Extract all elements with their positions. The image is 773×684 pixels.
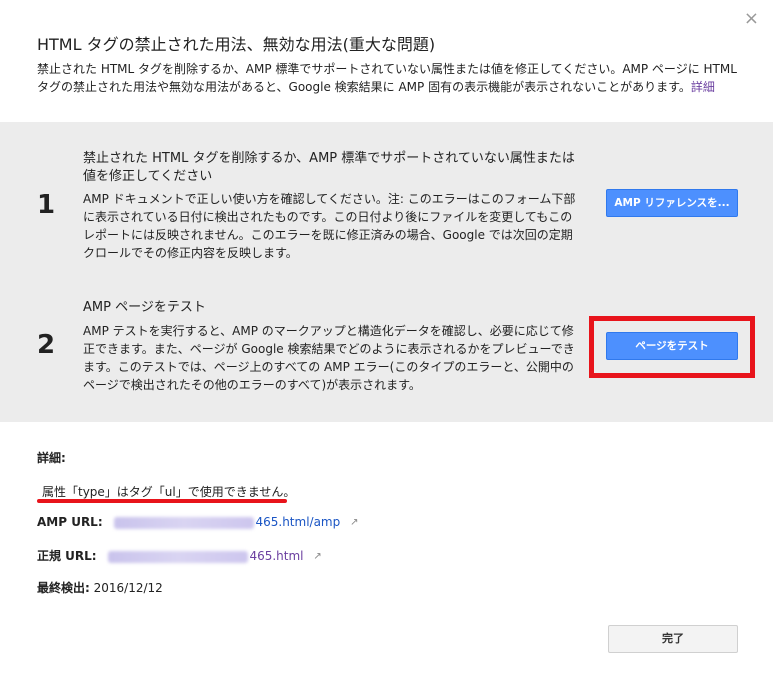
canonical-url-row: 正規 URL: 465.html ↗ [37, 547, 322, 564]
highlight-annotation [589, 316, 755, 378]
dialog-title: HTML タグの禁止された用法、無効な用法(重大な問題) [37, 35, 436, 54]
canonical-url-label: 正規 URL: [37, 549, 97, 563]
canonical-url-redacted [108, 550, 249, 563]
amp-url-redacted [114, 516, 255, 529]
step-2-body: AMP テストを実行すると、AMP のマークアップと構造化データを確認し、必要に… [83, 324, 575, 392]
step-2-title: AMP ページをテスト [83, 300, 206, 315]
amp-url-link[interactable]: 465.html/amp [255, 515, 340, 529]
error-underline-annotation [37, 499, 287, 503]
done-button[interactable]: 完了 [608, 625, 738, 653]
step-1-number: 1 [37, 190, 56, 220]
external-link-icon[interactable]: ↗ [350, 517, 358, 528]
canonical-url-link[interactable]: 465.html [249, 549, 303, 563]
amp-url-label: AMP URL: [37, 515, 103, 529]
last-detected-label: 最終検出: [37, 581, 90, 595]
amp-url-row: AMP URL: 465.html/amp ↗ [37, 515, 358, 529]
step-1-title: 禁止された HTML タグを削除するか、AMP 標準でサポートされていない属性ま… [83, 151, 575, 184]
amp-reference-button[interactable]: AMP リファレンスを... [606, 189, 738, 217]
close-icon[interactable]: × [744, 10, 759, 28]
last-detected-value: 2016/12/12 [93, 581, 163, 595]
amp-issue-dialog: × HTML タグの禁止された用法、無効な用法(重大な問題) 禁止された HTM… [0, 0, 773, 684]
step-1-body: AMP ドキュメントで正しい使い方を確認してください。注: このエラーはこのフォ… [83, 192, 576, 260]
description-text: 禁止された HTML タグを削除するか、AMP 標準でサポートされていない属性ま… [37, 62, 737, 94]
dialog-description: 禁止された HTML タグを削除するか、AMP 標準でサポートされていない属性ま… [37, 60, 747, 96]
details-heading: 詳細: [37, 451, 66, 465]
last-detected-row: 最終検出: 2016/12/12 [37, 579, 163, 596]
details-link[interactable]: 詳細 [691, 80, 715, 94]
external-link-icon[interactable]: ↗ [313, 551, 321, 562]
step-2-number: 2 [37, 330, 56, 360]
error-message: 属性「type」はタグ「ul」で使用できません。 [42, 485, 296, 499]
